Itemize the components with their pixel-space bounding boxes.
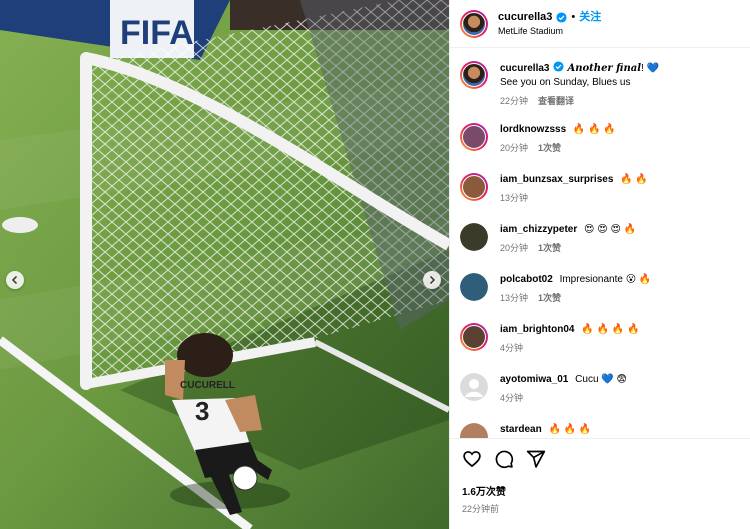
comment-text: 🔥 🔥 🔥	[548, 424, 592, 435]
comment-likes[interactable]: 1次赞	[538, 141, 561, 154]
verified-badge-icon	[556, 12, 567, 23]
comment-item: iam_bunzsax_surprises 🔥 🔥 13分钟	[460, 173, 741, 204]
comment-text: 🔥 🔥 🔥 🔥	[581, 324, 640, 335]
chevron-left-icon	[11, 275, 18, 285]
comment-username[interactable]: iam_brighton04	[500, 324, 574, 335]
comment-item: polcabot02 Impresionante 😮 🔥 13分钟 1次赞	[460, 273, 741, 304]
verified-badge-icon	[553, 61, 565, 72]
comment-username[interactable]: polcabot02	[500, 274, 553, 285]
commenter-avatar[interactable]	[460, 423, 488, 438]
comment-username[interactable]: iam_bunzsax_surprises	[500, 174, 613, 185]
share-icon[interactable]	[526, 449, 546, 469]
comment-time: 13分钟	[500, 293, 529, 303]
comment-username[interactable]: stardean	[500, 424, 542, 435]
post-location[interactable]: MetLife Stadium	[498, 26, 601, 37]
comment-likes[interactable]: 1次赞	[538, 241, 561, 254]
comment-text: Cucu 💙 😨	[575, 374, 627, 385]
comments-list[interactable]: cucurella3 Another final! 💙 See you on Su…	[450, 49, 750, 438]
comment-text: 🔥 🔥 🔥	[572, 124, 616, 135]
comment-username[interactable]: lordknowzsss	[500, 124, 566, 135]
default-user-icon	[460, 373, 488, 401]
caption-item: cucurella3 Another final! 💙 See you on Su…	[460, 61, 741, 107]
jersey-name: CUCURELL	[180, 380, 235, 391]
carousel-next-button[interactable]	[423, 271, 441, 289]
comment-item: iam_chizzypeter 😍 😍 😍 🔥 20分钟 1次赞	[460, 223, 741, 254]
see-translation-link[interactable]: 查看翻译	[538, 94, 574, 107]
follow-button[interactable]: 关注	[579, 11, 601, 24]
author-avatar[interactable]	[460, 9, 488, 38]
comment-text: Impresionante 😮 🔥	[559, 274, 652, 285]
commenter-avatar[interactable]	[460, 123, 488, 151]
commenter-avatar[interactable]	[460, 273, 488, 301]
caption-avatar[interactable]	[460, 61, 488, 89]
soccer-scene-image: FIFA CUCURELL 3	[0, 0, 449, 529]
carousel-prev-button[interactable]	[6, 271, 24, 289]
caption-username[interactable]: cucurella3	[500, 63, 549, 74]
blue-heart-emoji: 💙	[646, 63, 660, 74]
post-photo: FIFA CUCURELL 3	[0, 0, 449, 529]
comment-icon[interactable]	[494, 449, 514, 469]
separator-dot: •	[571, 10, 576, 23]
caption-line2: See you on Sunday, Blues us	[500, 77, 631, 88]
comment-time: 20分钟	[500, 243, 529, 253]
comment-time: 13分钟	[500, 193, 529, 203]
commenter-avatar[interactable]	[460, 323, 488, 351]
heart-icon[interactable]	[462, 449, 482, 469]
chevron-right-icon	[429, 275, 436, 285]
commenter-avatar[interactable]	[460, 173, 488, 201]
caption-bold-text: Another final	[567, 63, 642, 74]
post-footer: 1.6万次赞 22分钟前	[450, 438, 750, 529]
comment-text: 🔥 🔥	[620, 174, 648, 185]
comment-item: stardean 🔥 🔥 🔥	[460, 423, 741, 438]
comment-time: 4分钟	[500, 393, 524, 403]
comment-item: ayotomiwa_01 Cucu 💙 😨 4分钟	[460, 373, 741, 404]
comment-username[interactable]: iam_chizzypeter	[500, 224, 577, 235]
caption-time: 22分钟	[500, 96, 529, 106]
likes-count[interactable]: 1.6万次赞	[462, 483, 739, 498]
posted-time: 22分钟前	[462, 504, 500, 514]
post-side-panel: cucurella3 • 关注 MetLife Stadium cucurell…	[449, 0, 750, 529]
comment-likes[interactable]: 1次赞	[538, 291, 561, 304]
comment-time: 4分钟	[500, 343, 524, 353]
comment-username[interactable]: ayotomiwa_01	[500, 374, 568, 385]
caption-exclaim: !	[641, 63, 644, 74]
post-header: cucurella3 • 关注 MetLife Stadium	[450, 0, 750, 48]
commenter-avatar[interactable]	[460, 223, 488, 251]
comment-item: iam_brighton04 🔥 🔥 🔥 🔥 4分钟	[460, 323, 741, 354]
jersey-number: 3	[195, 396, 209, 426]
comment-item: lordknowzsss 🔥 🔥 🔥 20分钟 1次赞	[460, 123, 741, 154]
comment-time: 20分钟	[500, 143, 529, 153]
comment-text: 😍 😍 😍 🔥	[584, 224, 637, 235]
author-username[interactable]: cucurella3	[498, 11, 552, 24]
commenter-avatar[interactable]	[460, 373, 488, 401]
